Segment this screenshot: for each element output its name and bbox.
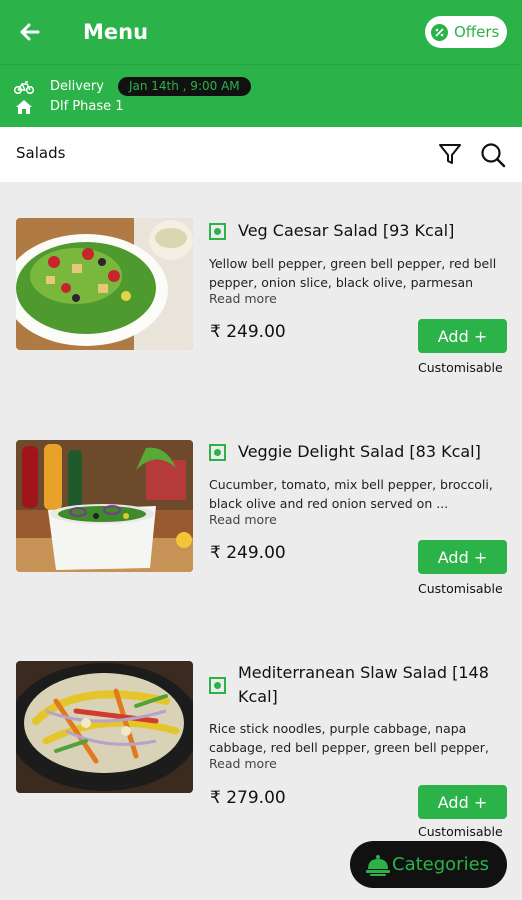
categories-label: Categories [392, 854, 490, 875]
customisable-label: Customisable [418, 824, 503, 839]
add-button[interactable]: Add + [418, 785, 507, 819]
search-button[interactable] [479, 141, 507, 169]
location-label: Dlf Phase 1 [50, 99, 124, 114]
salad-photo [16, 440, 193, 572]
dish-description: Yellow bell pepper, green bell pepper, r… [209, 256, 497, 290]
veg-indicator-icon [209, 677, 226, 694]
filter-button[interactable] [437, 141, 463, 167]
dish-price: ₹ 249.00 [210, 543, 286, 563]
read-more-link[interactable]: Read more [209, 756, 277, 771]
dish-price: ₹ 249.00 [210, 322, 286, 342]
search-icon [481, 143, 506, 168]
dish-image[interactable] [16, 440, 193, 572]
delivery-info-bar[interactable]: Delivery Jan 14th , 9:00 AM Dlf Phase 1 [0, 64, 522, 127]
dish-description: Rice stick noodles, purple cabbage, napa… [209, 721, 489, 755]
home-icon [16, 100, 32, 114]
veg-indicator-icon [209, 223, 226, 240]
back-arrow-icon [20, 23, 40, 41]
delivery-mode-label: Delivery [50, 78, 104, 94]
food-cloche-icon [366, 854, 390, 876]
salad-photo [16, 218, 193, 350]
discount-icon [431, 23, 448, 41]
page-title: Menu [83, 20, 149, 44]
bicycle-icon [14, 80, 34, 94]
categories-button[interactable]: Categories [350, 841, 507, 888]
dish-name[interactable]: Veg Caesar Salad [93 Kcal] [238, 219, 508, 243]
read-more-link[interactable]: Read more [209, 512, 277, 527]
location-row: Dlf Phase 1 [15, 98, 124, 116]
offers-label: Offers [454, 23, 500, 41]
customisable-label: Customisable [418, 581, 503, 596]
dish-name[interactable]: Veggie Delight Salad [83 Kcal] [238, 440, 508, 464]
dish-image[interactable] [16, 661, 193, 793]
dish-image[interactable] [16, 218, 193, 350]
section-header: Salads [0, 127, 522, 182]
filter-icon [439, 144, 461, 164]
back-button[interactable] [14, 18, 46, 46]
dish-price: ₹ 279.00 [210, 788, 286, 808]
section-title: Salads [16, 144, 66, 162]
read-more-link[interactable]: Read more [209, 291, 277, 306]
veg-indicator-icon [209, 444, 226, 461]
dish-description: Cucumber, tomato, mix bell pepper, brocc… [209, 477, 493, 511]
dish-name[interactable]: Mediterranean Slaw Salad [148 Kcal] [238, 661, 508, 709]
customisable-label: Customisable [418, 360, 503, 375]
add-button[interactable]: Add + [418, 319, 507, 353]
app-header: Menu Offers [0, 0, 522, 64]
offers-button[interactable]: Offers [425, 16, 507, 48]
delivery-date-badge[interactable]: Jan 14th , 9:00 AM [117, 77, 251, 96]
add-button[interactable]: Add + [418, 540, 507, 574]
delivery-row: Delivery Jan 14th , 9:00 AM [14, 77, 251, 96]
salad-photo [16, 661, 193, 793]
